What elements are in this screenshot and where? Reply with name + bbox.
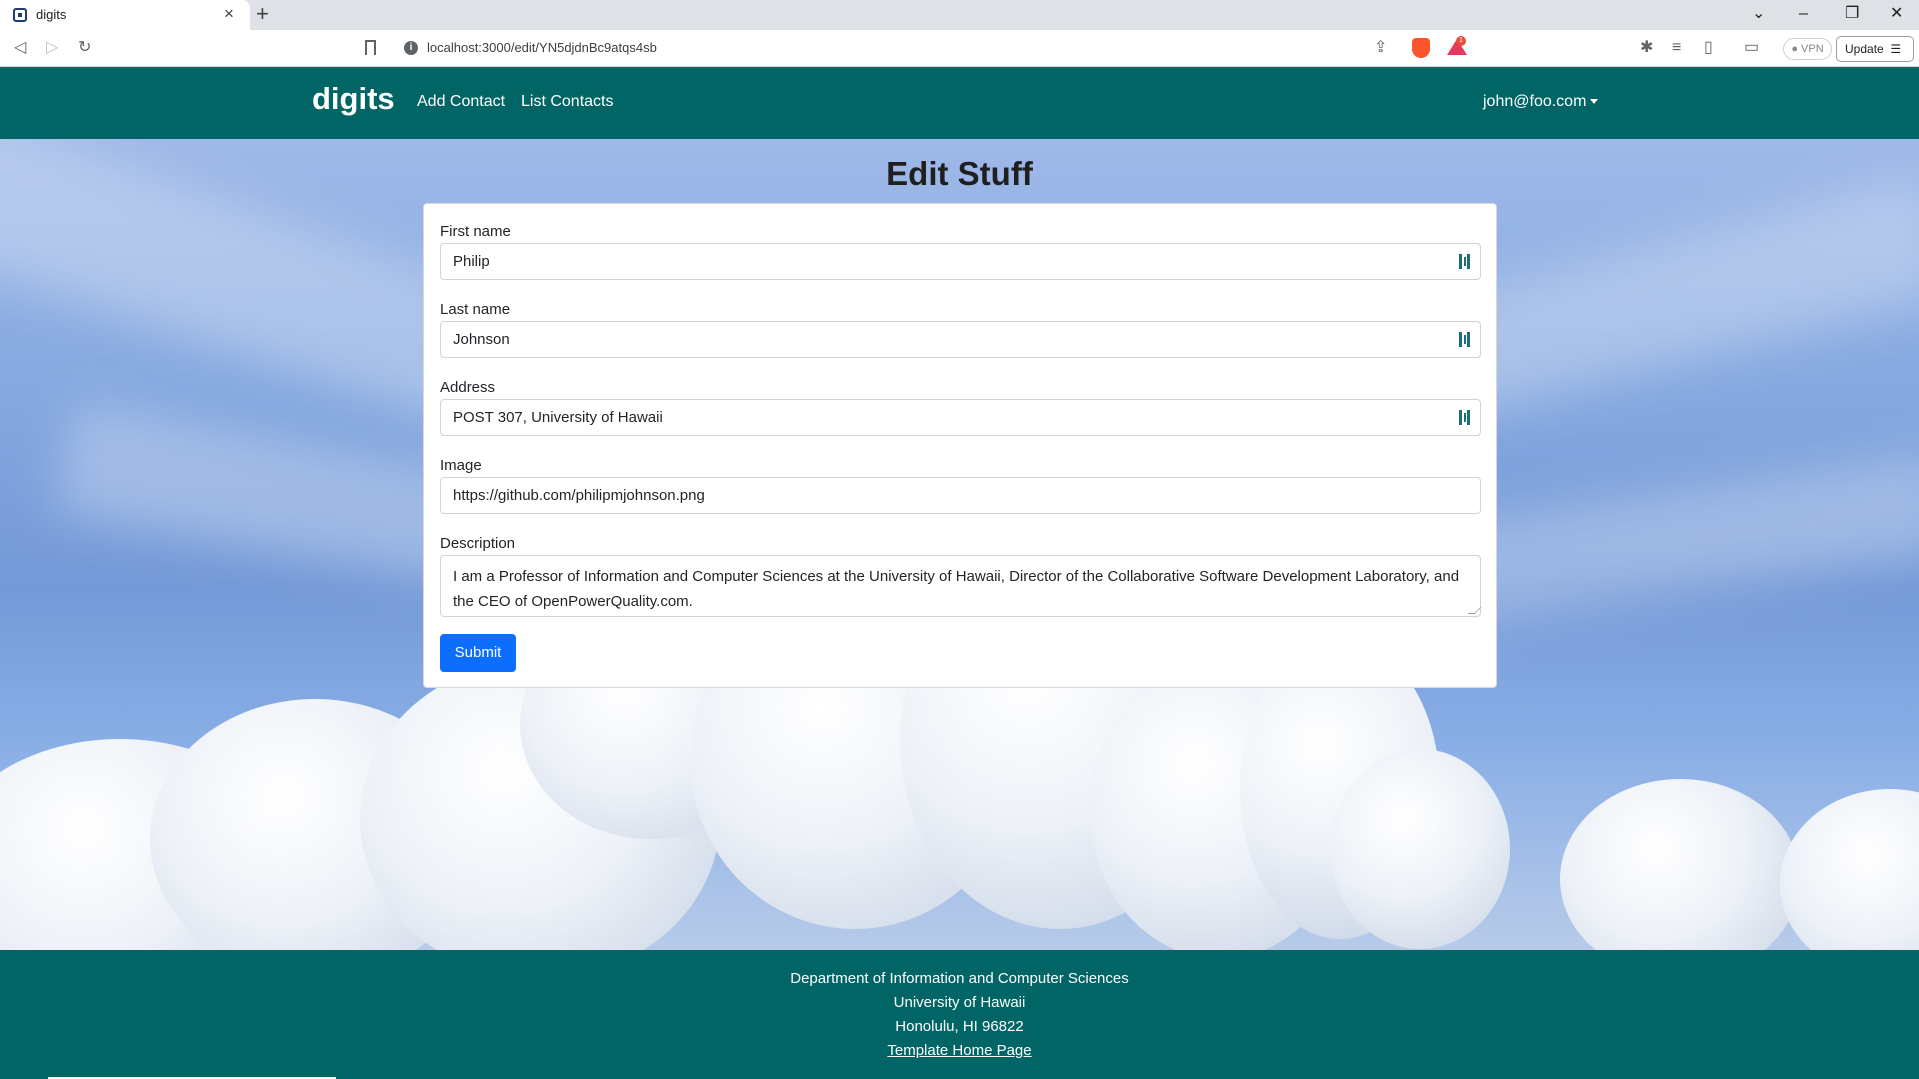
- media-queue-icon[interactable]: ≡: [1672, 39, 1681, 57]
- description-label: Description: [440, 535, 516, 552]
- update-label: Update: [1845, 42, 1884, 56]
- page-title: Edit Stuff: [886, 155, 1033, 192]
- footer-address: Honolulu, HI 96822: [895, 1018, 1024, 1035]
- autofill-icon[interactable]: [1459, 410, 1470, 425]
- tab-search-icon[interactable]: ⌄: [1752, 3, 1765, 25]
- resize-handle-icon[interactable]: [1467, 607, 1482, 614]
- site-info-icon[interactable]: i: [404, 41, 418, 55]
- close-window-icon[interactable]: ✕: [1890, 3, 1903, 25]
- address-label: Address: [440, 379, 496, 396]
- address-bar[interactable]: localhost:3000/edit/YN5djdnBc9atqs4sb: [427, 40, 657, 55]
- vpn-button[interactable]: ● VPN: [1783, 38, 1832, 60]
- first-name-input[interactable]: Philip: [440, 243, 1481, 280]
- nav-add-contact[interactable]: Add Contact: [417, 93, 505, 111]
- first-name-label: First name: [440, 223, 511, 240]
- first-name-value: Philip: [453, 253, 490, 270]
- sidebar-icon[interactable]: ▯: [1704, 39, 1713, 57]
- share-icon[interactable]: ⇪: [1374, 39, 1387, 57]
- image-label: Image: [440, 457, 482, 474]
- brand-logo[interactable]: digits: [312, 81, 395, 117]
- new-tab-icon[interactable]: +: [256, 2, 269, 26]
- wallet-icon[interactable]: ▭: [1744, 39, 1759, 57]
- site-navbar: digits Add Contact List Contacts john@fo…: [0, 67, 1919, 139]
- image-value: https://github.com/philipmjohnson.png: [453, 487, 705, 504]
- caret-down-icon: [1590, 99, 1599, 105]
- restore-icon[interactable]: ❐: [1845, 3, 1859, 25]
- last-name-input[interactable]: Johnson: [440, 321, 1481, 358]
- browser-tab-bar: digits × + ⌄ – ❐ ✕: [0, 0, 1919, 30]
- last-name-label: Last name: [440, 301, 511, 318]
- user-email: john@foo.com: [1483, 93, 1587, 110]
- update-button[interactable]: Update ☰: [1836, 36, 1914, 62]
- bookmark-icon[interactable]: [365, 40, 376, 55]
- template-home-link[interactable]: Template Home Page: [887, 1042, 1031, 1059]
- reload-icon[interactable]: ↻: [78, 39, 91, 57]
- minimize-icon[interactable]: –: [1799, 3, 1808, 25]
- last-name-value: Johnson: [453, 331, 510, 348]
- back-icon[interactable]: ◁: [14, 39, 26, 57]
- footer-university: University of Hawaii: [893, 994, 1026, 1011]
- submit-button[interactable]: Submit: [440, 634, 516, 672]
- autofill-icon[interactable]: [1459, 254, 1470, 269]
- footer-department: Department of Information and Computer S…: [790, 970, 1129, 987]
- user-dropdown[interactable]: john@foo.com: [1483, 93, 1599, 111]
- image-input[interactable]: https://github.com/philipmjohnson.png: [440, 477, 1481, 514]
- vpn-label: VPN: [1801, 43, 1824, 55]
- rewards-badge: 1: [1456, 36, 1466, 46]
- edit-form-card: First name Philip Last name Johnson Addr…: [423, 203, 1497, 688]
- forward-icon[interactable]: ▷: [46, 39, 58, 57]
- address-input[interactable]: POST 307, University of Hawaii: [440, 399, 1481, 436]
- favicon-icon: [13, 8, 27, 22]
- brave-shields-icon[interactable]: [1412, 38, 1430, 58]
- browser-tab[interactable]: digits ×: [0, 0, 250, 30]
- address-value: POST 307, University of Hawaii: [453, 409, 663, 426]
- extensions-icon[interactable]: ✱: [1640, 39, 1653, 57]
- description-value: I am a Professor of Information and Comp…: [453, 568, 1460, 610]
- nav-list-contacts[interactable]: List Contacts: [521, 93, 613, 111]
- autofill-icon[interactable]: [1459, 332, 1470, 347]
- browser-toolbar: ◁ ▷ ↻ i localhost:3000/edit/YN5djdnBc9at…: [0, 30, 1919, 67]
- tab-close-icon[interactable]: ×: [224, 4, 234, 24]
- description-textarea[interactable]: I am a Professor of Information and Comp…: [440, 555, 1482, 617]
- site-footer: Department of Information and Computer S…: [0, 950, 1919, 1079]
- tab-title: digits: [36, 7, 67, 22]
